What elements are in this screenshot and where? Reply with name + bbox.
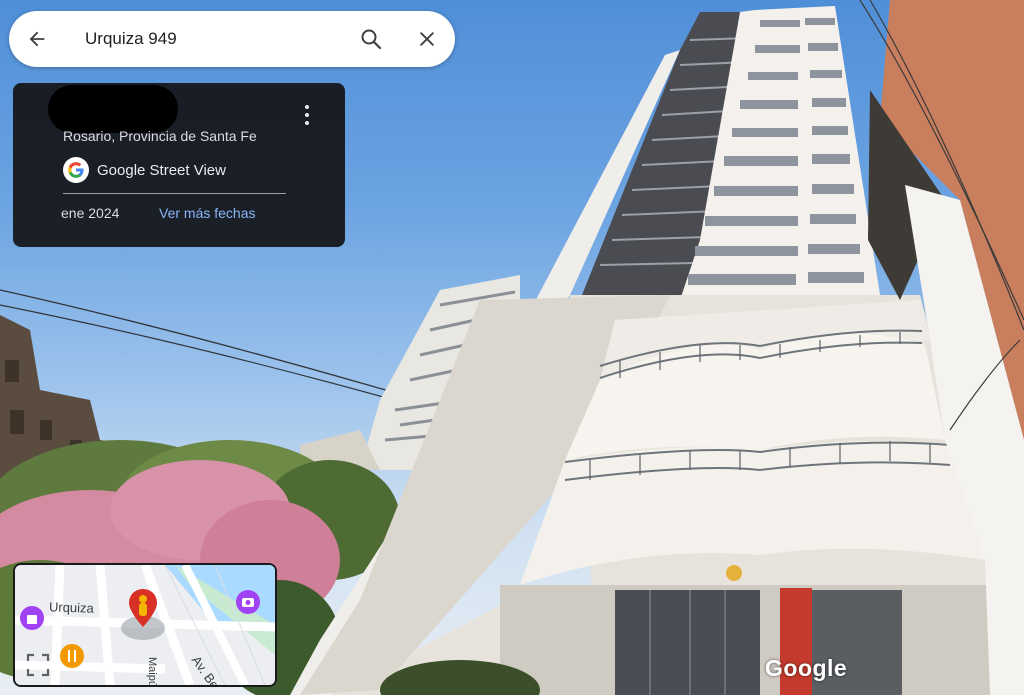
more-options-button[interactable] bbox=[299, 101, 315, 129]
provider-label: Google Street View bbox=[97, 161, 226, 179]
clear-search-button[interactable] bbox=[399, 11, 455, 67]
search-input[interactable]: Urquiza 949 bbox=[65, 29, 343, 49]
minimap-street-label-2: Maipú bbox=[146, 657, 158, 687]
redacted-title bbox=[48, 85, 178, 133]
search-icon bbox=[361, 29, 382, 50]
close-icon bbox=[420, 32, 434, 46]
search-button[interactable] bbox=[343, 11, 399, 67]
restaurant-poi-icon[interactable] bbox=[59, 643, 85, 669]
google-watermark: Google bbox=[765, 655, 848, 681]
minimap-street-label: Urquiza bbox=[48, 599, 95, 616]
arrow-left-icon bbox=[29, 31, 45, 47]
shopping-poi-icon[interactable] bbox=[19, 605, 45, 631]
capture-date: ene 2024 bbox=[61, 205, 120, 221]
divider bbox=[63, 193, 286, 194]
more-dates-link[interactable]: Ver más fechas bbox=[159, 205, 256, 221]
camera-poi-icon[interactable] bbox=[235, 589, 261, 615]
imagery-provider: Google Street View bbox=[63, 157, 226, 183]
more-vert-icon bbox=[305, 105, 309, 109]
location-subtitle: Rosario, Provincia de Santa Fe bbox=[63, 128, 257, 144]
google-g-icon bbox=[63, 157, 89, 183]
back-button[interactable] bbox=[9, 11, 65, 67]
fullscreen-icon[interactable] bbox=[25, 652, 51, 678]
pegman-icon bbox=[129, 589, 157, 627]
search-bar: Urquiza 949 bbox=[9, 11, 455, 67]
minimap[interactable]: Urquiza Av. Be Maipú bbox=[13, 563, 277, 687]
place-info-card: Rosario, Provincia de Santa Fe Google St… bbox=[13, 83, 345, 247]
